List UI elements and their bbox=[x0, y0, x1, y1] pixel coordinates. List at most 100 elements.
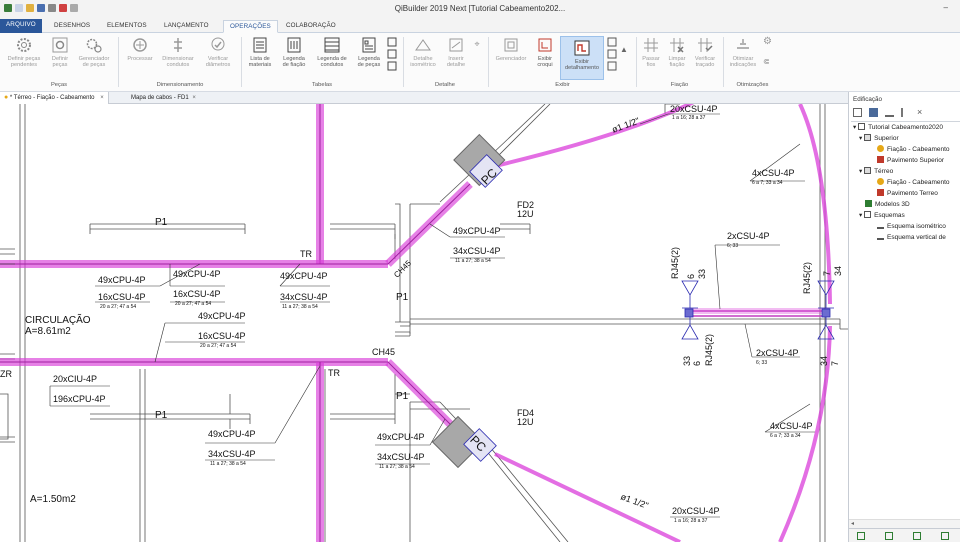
clear-wiring-button[interactable]: Limpar fiação bbox=[665, 36, 689, 69]
show-detailing-button[interactable]: Exibir detalhamento bbox=[560, 36, 604, 80]
group-label-dimensionamento: Dimensionamento bbox=[156, 82, 204, 88]
close-icon[interactable]: × bbox=[100, 95, 104, 101]
cable-label: 16xCSU-4P bbox=[173, 289, 221, 299]
tree-node-superior-wiring[interactable]: Fiação - Cabeamento bbox=[851, 144, 960, 155]
materials-list-button[interactable]: Lista de materiais bbox=[245, 36, 275, 69]
cable-label: 20xCSU-4P bbox=[670, 104, 718, 114]
parts-legend-button[interactable]: Legenda de peças bbox=[353, 36, 385, 69]
panel-bottom-toolbar bbox=[849, 528, 960, 542]
detail-tool-button[interactable]: ⌖ bbox=[471, 39, 483, 49]
wiring-icon bbox=[877, 145, 884, 152]
process-button[interactable]: Processar bbox=[124, 36, 156, 62]
sketch-icon bbox=[538, 38, 552, 52]
check-diameters-button[interactable]: Verificar diâmetros bbox=[200, 36, 236, 69]
walls bbox=[0, 104, 848, 542]
cable-sublabel: 20 a 27; 47 a 54 bbox=[200, 343, 236, 349]
cable-label: 20xCSU-4P bbox=[672, 506, 720, 516]
isometric-detail-button[interactable]: Detalhe isométrico bbox=[407, 36, 439, 69]
tree-node-terreo-floor[interactable]: Pavimento Terreo bbox=[851, 188, 960, 199]
check-route-button[interactable]: Verificar traçado bbox=[691, 36, 719, 69]
outlet-number: 33 bbox=[697, 269, 707, 279]
cable-sublabel: 11 a 27; 38 a 54 bbox=[210, 461, 246, 467]
cable-label: 2xCSU-4P bbox=[727, 231, 770, 241]
optimize-extra-icon[interactable]: ⋐ bbox=[763, 57, 770, 66]
scheme-icon bbox=[877, 233, 884, 240]
check-icon bbox=[211, 37, 225, 51]
wiring-icon bbox=[877, 178, 884, 185]
drawing-canvas[interactable]: PC PC P1 P1 P1 P1 TR TR CH45 CH45 ZR CIR… bbox=[0, 104, 848, 542]
size-conduits-button[interactable]: Dimensionar condutos bbox=[158, 36, 198, 69]
insert-detail-button[interactable]: Inserir detalhe bbox=[441, 36, 471, 69]
tree-node-terreo[interactable]: ▾ Térreo bbox=[851, 166, 960, 177]
cable-sublabel: 11 a 27; 38 a 54 bbox=[282, 304, 318, 310]
outlet-number: 34 bbox=[819, 356, 829, 366]
fd4-units: 12U bbox=[517, 417, 534, 427]
manager-icon bbox=[504, 38, 518, 52]
tab-elementos[interactable]: ELEMENTOS bbox=[101, 20, 153, 33]
insert-detail-icon bbox=[449, 38, 463, 52]
tree-node-iso-scheme[interactable]: Esquema isométrico bbox=[851, 221, 960, 232]
bottom-tool-icon[interactable] bbox=[857, 532, 865, 540]
parts-table-icon bbox=[362, 37, 376, 53]
floor-plan-icon bbox=[877, 189, 884, 196]
minimize-button[interactable]: – bbox=[944, 3, 948, 12]
bottom-tool-icon[interactable] bbox=[941, 532, 949, 540]
cable-sublabel: 6; 33 bbox=[727, 243, 738, 249]
p1-label-lower: P1 bbox=[155, 410, 168, 421]
cable-label: 196xCPU-4P bbox=[53, 394, 106, 404]
outlet-number: 6 bbox=[692, 361, 702, 366]
cable-label: 49xCPU-4P bbox=[98, 275, 146, 285]
parts-manager-button[interactable]: Gerenciador de peças bbox=[75, 36, 113, 69]
tab-lancamento[interactable]: LANÇAMENTO bbox=[158, 20, 215, 33]
cable-label: 34xCSU-4P bbox=[453, 246, 501, 256]
small-table-icon bbox=[387, 37, 397, 71]
define-parts-button[interactable]: Definir peças bbox=[47, 36, 73, 69]
tree-node-project[interactable]: ▾ Tutorial Cabeamento2020 bbox=[851, 122, 960, 133]
tab-colaboracao[interactable]: COLABORAÇÃO bbox=[280, 20, 342, 33]
cable-label: 49xCPU-4P bbox=[280, 271, 328, 281]
legend-icon bbox=[287, 37, 301, 53]
conduit-legend-button[interactable]: Legenda de condutos bbox=[313, 36, 351, 69]
tree-node-vertical-scheme[interactable]: Esquema vertical de bbox=[851, 232, 960, 243]
diameter-label: ø1 1/2" bbox=[610, 116, 640, 135]
doc-tab-mapa-cabos[interactable]: Mapa de cabos - FD1 × bbox=[127, 92, 200, 104]
tab-arquivo[interactable]: ARQUIVO bbox=[0, 19, 42, 33]
view-options-button[interactable] bbox=[607, 37, 619, 73]
show-sketch-button[interactable]: Exibir croqui bbox=[532, 36, 558, 69]
rj45-label: RJ45(2) bbox=[802, 262, 812, 294]
floor-plan-drawing[interactable]: PC PC P1 P1 P1 P1 TR TR CH45 CH45 ZR CIR… bbox=[0, 104, 848, 542]
pass-wires-button[interactable]: Passar fios bbox=[639, 36, 663, 69]
tab-desenhos[interactable]: DESENHOS bbox=[48, 20, 96, 33]
bottom-tool-icon[interactable] bbox=[885, 532, 893, 540]
tree-add-icon[interactable] bbox=[853, 108, 862, 117]
display-manager-button[interactable]: Gerenciador bbox=[492, 36, 530, 62]
tree-delete-icon[interactable]: × bbox=[917, 108, 926, 117]
tab-operacoes[interactable]: OPERAÇÕES bbox=[223, 20, 278, 33]
horizontal-scrollbar[interactable]: ◂ bbox=[849, 519, 960, 528]
wiring-legend-button[interactable]: Legenda de fiação bbox=[277, 36, 311, 69]
small-table-button[interactable] bbox=[387, 37, 399, 73]
tree-save-icon[interactable] bbox=[869, 108, 878, 117]
isometric-icon bbox=[415, 39, 431, 51]
expand-triangle-button[interactable]: ▲ bbox=[620, 45, 628, 54]
pc-cabinet-upper[interactable]: PC bbox=[453, 133, 506, 188]
bottom-tool-icon[interactable] bbox=[913, 532, 921, 540]
tree-edit-icon[interactable] bbox=[901, 108, 910, 117]
building-tree: ▾ Tutorial Cabeamento2020 ▾ Superior Fia… bbox=[851, 121, 960, 243]
ribbon-separator bbox=[723, 37, 724, 87]
optimize-settings-icon[interactable]: ⚙ bbox=[763, 36, 772, 47]
doc-tab-terreo[interactable]: ● * Térreo - Fiação - Cabeamento × bbox=[0, 92, 109, 104]
tree-node-terreo-wiring[interactable]: Fiação - Cabeamento bbox=[851, 177, 960, 188]
tree-node-superior[interactable]: ▾ Superior bbox=[851, 133, 960, 144]
tree-node-3d-models[interactable]: Modelos 3D bbox=[851, 199, 960, 210]
close-icon[interactable]: × bbox=[192, 95, 196, 101]
zr-label: ZR bbox=[0, 369, 12, 379]
scroll-left-icon[interactable]: ◂ bbox=[849, 521, 854, 527]
tree-node-superior-floor[interactable]: Pavimento Superior bbox=[851, 155, 960, 166]
optimize-indications-button[interactable]: Otimizar indicações bbox=[727, 36, 759, 69]
ribbon-tabs: ARQUIVO DESENHOS ELEMENTOS LANÇAMENTO OP… bbox=[0, 18, 960, 33]
define-pending-parts-button[interactable]: Definir peças pendentes bbox=[4, 36, 44, 69]
cable-label: 2xCSU-4P bbox=[756, 348, 799, 358]
tree-node-schemes[interactable]: ▾ Esquemas bbox=[851, 210, 960, 221]
tree-tools-icon[interactable] bbox=[885, 108, 894, 117]
